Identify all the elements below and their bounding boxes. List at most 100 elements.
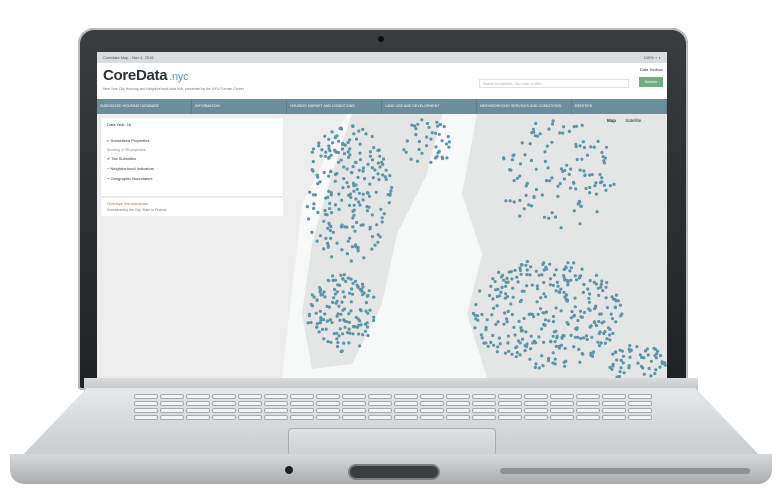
property-point[interactable] [614, 293, 619, 297]
property-point[interactable] [322, 290, 326, 294]
property-point[interactable] [389, 189, 393, 193]
property-point[interactable] [367, 289, 371, 293]
property-point[interactable] [551, 320, 556, 324]
property-point[interactable] [588, 292, 592, 296]
property-point[interactable] [604, 296, 608, 300]
property-point[interactable] [578, 222, 582, 226]
property-point[interactable] [587, 296, 591, 300]
property-point[interactable] [430, 131, 434, 135]
property-point[interactable] [327, 156, 331, 160]
property-point[interactable] [342, 295, 347, 299]
property-point[interactable] [516, 280, 520, 284]
property-point[interactable] [382, 212, 386, 216]
property-point[interactable] [357, 129, 361, 133]
property-point[interactable] [307, 314, 311, 318]
property-point[interactable] [535, 287, 540, 291]
property-point[interactable] [388, 174, 392, 178]
property-point[interactable] [649, 359, 653, 363]
property-point[interactable] [425, 135, 429, 139]
property-point[interactable] [310, 150, 314, 154]
property-point[interactable] [368, 182, 372, 186]
property-point[interactable] [512, 325, 516, 329]
property-point[interactable] [506, 341, 510, 345]
property-point[interactable] [612, 182, 616, 186]
property-point[interactable] [413, 124, 417, 128]
property-point[interactable] [325, 319, 329, 323]
property-point[interactable] [361, 166, 365, 170]
property-point[interactable] [611, 352, 615, 356]
property-point[interactable] [328, 201, 332, 205]
property-point[interactable] [330, 130, 334, 134]
property-point[interactable] [540, 273, 544, 277]
property-point[interactable] [353, 229, 357, 233]
property-point[interactable] [386, 193, 390, 197]
property-point[interactable] [643, 349, 648, 353]
property-point[interactable] [344, 279, 348, 283]
property-point[interactable] [518, 174, 522, 178]
property-point[interactable] [594, 323, 598, 328]
property-point[interactable] [447, 140, 451, 144]
property-point[interactable] [316, 210, 320, 215]
property-point[interactable] [562, 125, 566, 129]
overlay-panel[interactable]: Overlays Visualizations Subsidized by th… [101, 198, 283, 216]
property-point[interactable] [600, 150, 604, 155]
property-point[interactable] [425, 144, 429, 148]
property-point[interactable] [512, 200, 516, 204]
property-point[interactable] [384, 168, 388, 172]
property-point[interactable] [327, 137, 331, 141]
property-point[interactable] [355, 187, 359, 191]
property-point[interactable] [575, 326, 579, 330]
property-point[interactable] [368, 150, 372, 154]
property-point[interactable] [338, 283, 342, 287]
property-point[interactable] [587, 300, 591, 304]
property-point[interactable] [365, 205, 369, 209]
property-point[interactable] [332, 332, 336, 336]
property-point[interactable] [544, 295, 548, 299]
property-point[interactable] [336, 150, 340, 155]
property-point[interactable] [529, 347, 533, 351]
property-point[interactable] [522, 207, 526, 211]
property-point[interactable] [358, 287, 362, 292]
property-point[interactable] [348, 153, 352, 157]
property-point[interactable] [320, 327, 325, 331]
property-point[interactable] [515, 275, 519, 279]
property-point[interactable] [639, 364, 644, 368]
property-point[interactable] [480, 312, 484, 317]
property-point[interactable] [310, 168, 314, 172]
property-point[interactable] [347, 327, 351, 331]
property-point[interactable] [319, 154, 323, 158]
property-point[interactable] [491, 277, 495, 281]
property-point[interactable] [540, 354, 544, 358]
property-point[interactable] [351, 225, 355, 229]
property-point[interactable] [346, 239, 350, 243]
property-point[interactable] [495, 295, 499, 299]
property-point[interactable] [476, 314, 480, 318]
property-point[interactable] [550, 140, 554, 144]
property-point[interactable] [564, 266, 568, 270]
property-point[interactable] [326, 340, 330, 344]
property-point[interactable] [527, 312, 531, 316]
property-point[interactable] [351, 332, 355, 336]
geographic-boundaries-item[interactable]: + Geographic Boundaries [107, 176, 153, 181]
property-point[interactable] [354, 197, 358, 201]
property-point[interactable] [595, 210, 599, 214]
property-point[interactable] [594, 273, 598, 278]
property-point[interactable] [509, 168, 513, 172]
property-point[interactable] [376, 240, 380, 244]
property-point[interactable] [558, 131, 562, 135]
property-point[interactable] [353, 279, 357, 283]
property-point[interactable] [557, 346, 562, 350]
browser-tab-title[interactable]: Coredata Map - Nov 4, 2016 [103, 55, 153, 60]
property-point[interactable] [569, 333, 573, 337]
property-point[interactable] [568, 269, 572, 273]
property-point[interactable] [593, 184, 597, 188]
property-point[interactable] [310, 293, 314, 297]
property-point[interactable] [328, 228, 332, 233]
property-point[interactable] [359, 309, 363, 313]
property-point[interactable] [337, 334, 341, 338]
property-point[interactable] [352, 325, 356, 329]
property-point[interactable] [511, 295, 515, 299]
property-point[interactable] [312, 202, 316, 206]
property-point[interactable] [363, 329, 367, 333]
property-point[interactable] [347, 312, 351, 316]
